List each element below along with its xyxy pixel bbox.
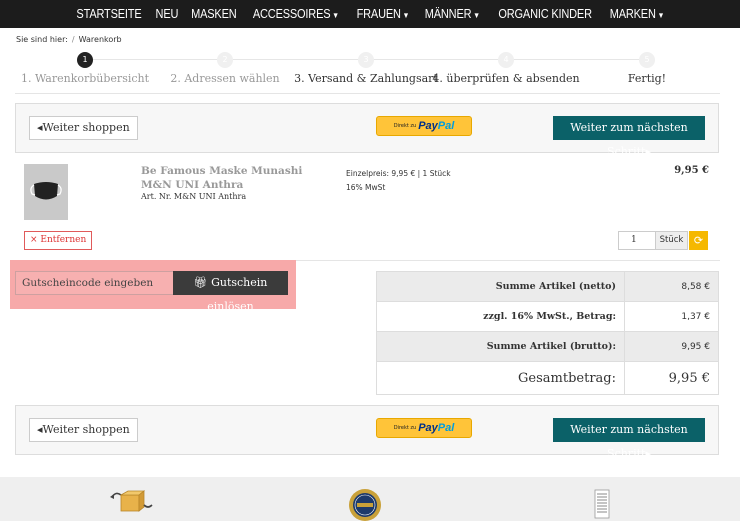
step-label: 1. Warenkorbübersicht: [20, 72, 150, 85]
paypal-logo-pal: Pal: [437, 120, 455, 132]
nav-label: NEU: [155, 7, 179, 21]
step-circle: 1: [77, 52, 93, 68]
nav-label: ORGANIC KINDER: [498, 7, 592, 21]
main-navigation: STARTSEITE NEU MASKEN ACCESSOIRES ▼ FRAUE…: [0, 0, 740, 28]
totals-row: zzgl. 16% MwSt., Betrag: 1,37 €: [376, 301, 719, 332]
chevron-down-icon: ▼: [657, 11, 665, 20]
step-circle: 3: [358, 52, 374, 68]
shipping-box-icon: [110, 490, 153, 512]
step-circle: 4: [498, 52, 514, 68]
totals-row: Summe Artikel (netto) 8,58 €: [376, 271, 719, 302]
step-circle: 2: [217, 52, 233, 68]
totals-value: 9,95 €: [624, 361, 719, 395]
redeem-coupon-button[interactable]: 🎁︎ Gutschein einlösen: [173, 271, 288, 313]
nav-label: ACCESSOIRES: [253, 7, 331, 21]
step-label: Fertig!: [627, 72, 667, 85]
totals-value: 9,95 €: [624, 331, 719, 362]
product-art-nr: Art. Nr. M&N UNI Anthra: [141, 192, 247, 201]
step-label: 3. Versand & Zahlungsart: [294, 72, 438, 85]
action-bar-top: ◂Weiter shoppen Direkt zu PayPal Weiter z…: [15, 103, 719, 158]
step-adressen: 2 2. Adressen wählen: [150, 52, 300, 85]
nav-item-maenner[interactable]: MÄNNER ▼: [421, 7, 483, 21]
paypal-logo-pay: Pay: [418, 422, 438, 434]
totals-value: 1,37 €: [624, 301, 719, 332]
step-fertig: 5 Fertig!: [572, 52, 722, 85]
step-label: 4. überprüfen & absenden: [432, 72, 580, 85]
paypal-button[interactable]: Direkt zu PayPal: [376, 116, 472, 136]
checkout-steps: 1 1. Warenkorbübersicht 2 2. Adressen wä…: [15, 52, 720, 92]
nav-item-frauen[interactable]: FRAUEN ▼: [353, 7, 413, 21]
chevron-down-icon: ▼: [402, 11, 410, 20]
paypal-logo-pay: Pay: [418, 120, 438, 132]
nav-label: MASKEN: [190, 7, 237, 21]
quantity-input[interactable]: 1: [618, 231, 656, 250]
breadcrumb-prefix: Sie sind hier:: [16, 35, 68, 44]
step-pruefen: 4 4. überprüfen & absenden: [431, 52, 581, 85]
breadcrumb-separator: /: [71, 35, 75, 44]
ssl-seal-icon: [349, 489, 381, 521]
coupon-input[interactable]: Gutscheincode eingeben: [15, 271, 174, 295]
nav-label: MARKEN: [609, 7, 656, 21]
quantity-unit: Stück: [656, 231, 688, 250]
caret-right-icon: ▸: [645, 145, 651, 158]
next-step-button[interactable]: Weiter zum nächsten Schritt▸: [553, 116, 705, 158]
product-image[interactable]: [24, 164, 68, 220]
totals-label: Summe Artikel (brutto):: [376, 331, 625, 362]
caret-right-icon: ▸: [645, 447, 651, 460]
footer: [0, 477, 740, 521]
button-label: Weiter zum nächsten Schritt: [570, 121, 688, 158]
button-label: Weiter shoppen: [42, 121, 130, 134]
paypal-prefix: Direkt zu: [393, 425, 417, 431]
gift-icon: 🎁︎: [193, 276, 208, 289]
mask-icon: [30, 182, 62, 200]
breadcrumb-current[interactable]: Warenkorb: [79, 35, 122, 44]
nav-item-organic-kinder[interactable]: ORGANIC KINDER: [495, 7, 596, 21]
refresh-icon[interactable]: ⟳: [689, 231, 708, 250]
totals-row-grand: Gesamtbetrag: 9,95 €: [376, 361, 719, 395]
paypal-logo-pal: Pal: [437, 422, 455, 434]
nav-label: MÄNNER: [424, 7, 472, 21]
chevron-down-icon: ▼: [332, 11, 340, 20]
button-label: Weiter zum nächsten Schritt: [570, 423, 688, 460]
continue-shopping-button[interactable]: ◂Weiter shoppen: [29, 116, 138, 140]
unit-price-text: Einzelpreis: 9,95 € | 1 Stück: [346, 169, 451, 178]
nav-label: FRAUEN: [356, 7, 401, 21]
divider: [15, 93, 720, 94]
button-label: Weiter shoppen: [42, 423, 130, 436]
totals-label: zzgl. 16% MwSt., Betrag:: [376, 301, 625, 332]
breadcrumb: Sie sind hier: / Warenkorb: [16, 35, 122, 44]
document-icon: [594, 489, 610, 519]
step-versand: 3 3. Versand & Zahlungsart: [291, 52, 441, 85]
totals-table: Summe Artikel (netto) 8,58 € zzgl. 16% M…: [376, 271, 719, 395]
remove-button[interactable]: × Entfernen: [24, 231, 93, 250]
step-warenkorb: 1 1. Warenkorbübersicht: [10, 52, 160, 85]
totals-label: Summe Artikel (netto): [376, 271, 625, 302]
nav-item-marken[interactable]: MARKEN ▼: [606, 7, 668, 21]
step-label: 2. Adressen wählen: [170, 72, 280, 85]
continue-shopping-button[interactable]: ◂Weiter shoppen: [29, 418, 138, 442]
product-unit-price: Einzelpreis: 9,95 € | 1 Stück 16% MwSt: [346, 167, 451, 195]
tax-text: 16% MwSt: [346, 183, 386, 192]
nav-label: STARTSEITE: [76, 7, 142, 21]
next-step-button[interactable]: Weiter zum nächsten Schritt▸: [553, 418, 705, 460]
action-bar-bottom: ◂Weiter shoppen Direkt zu PayPal Weiter z…: [15, 405, 719, 460]
nav-item-accessoires[interactable]: ACCESSOIRES ▼: [250, 7, 343, 21]
paypal-button[interactable]: Direkt zu PayPal: [376, 418, 472, 438]
nav-item-startseite[interactable]: STARTSEITE: [73, 7, 145, 21]
totals-value: 8,58 €: [624, 271, 719, 302]
totals-row: Summe Artikel (brutto): 9,95 €: [376, 331, 719, 362]
product-title[interactable]: Be Famous Maske Munashi M&N UNI Anthra: [141, 164, 336, 192]
totals-label: Gesamtbetrag:: [376, 361, 625, 395]
chevron-down-icon: ▼: [473, 11, 481, 20]
product-price: 9,95 €: [674, 165, 709, 176]
nav-item-neu[interactable]: NEU: [152, 7, 182, 21]
nav-item-masken[interactable]: MASKEN: [187, 7, 239, 21]
paypal-prefix: Direkt zu: [393, 123, 417, 129]
step-circle: 5: [639, 52, 655, 68]
